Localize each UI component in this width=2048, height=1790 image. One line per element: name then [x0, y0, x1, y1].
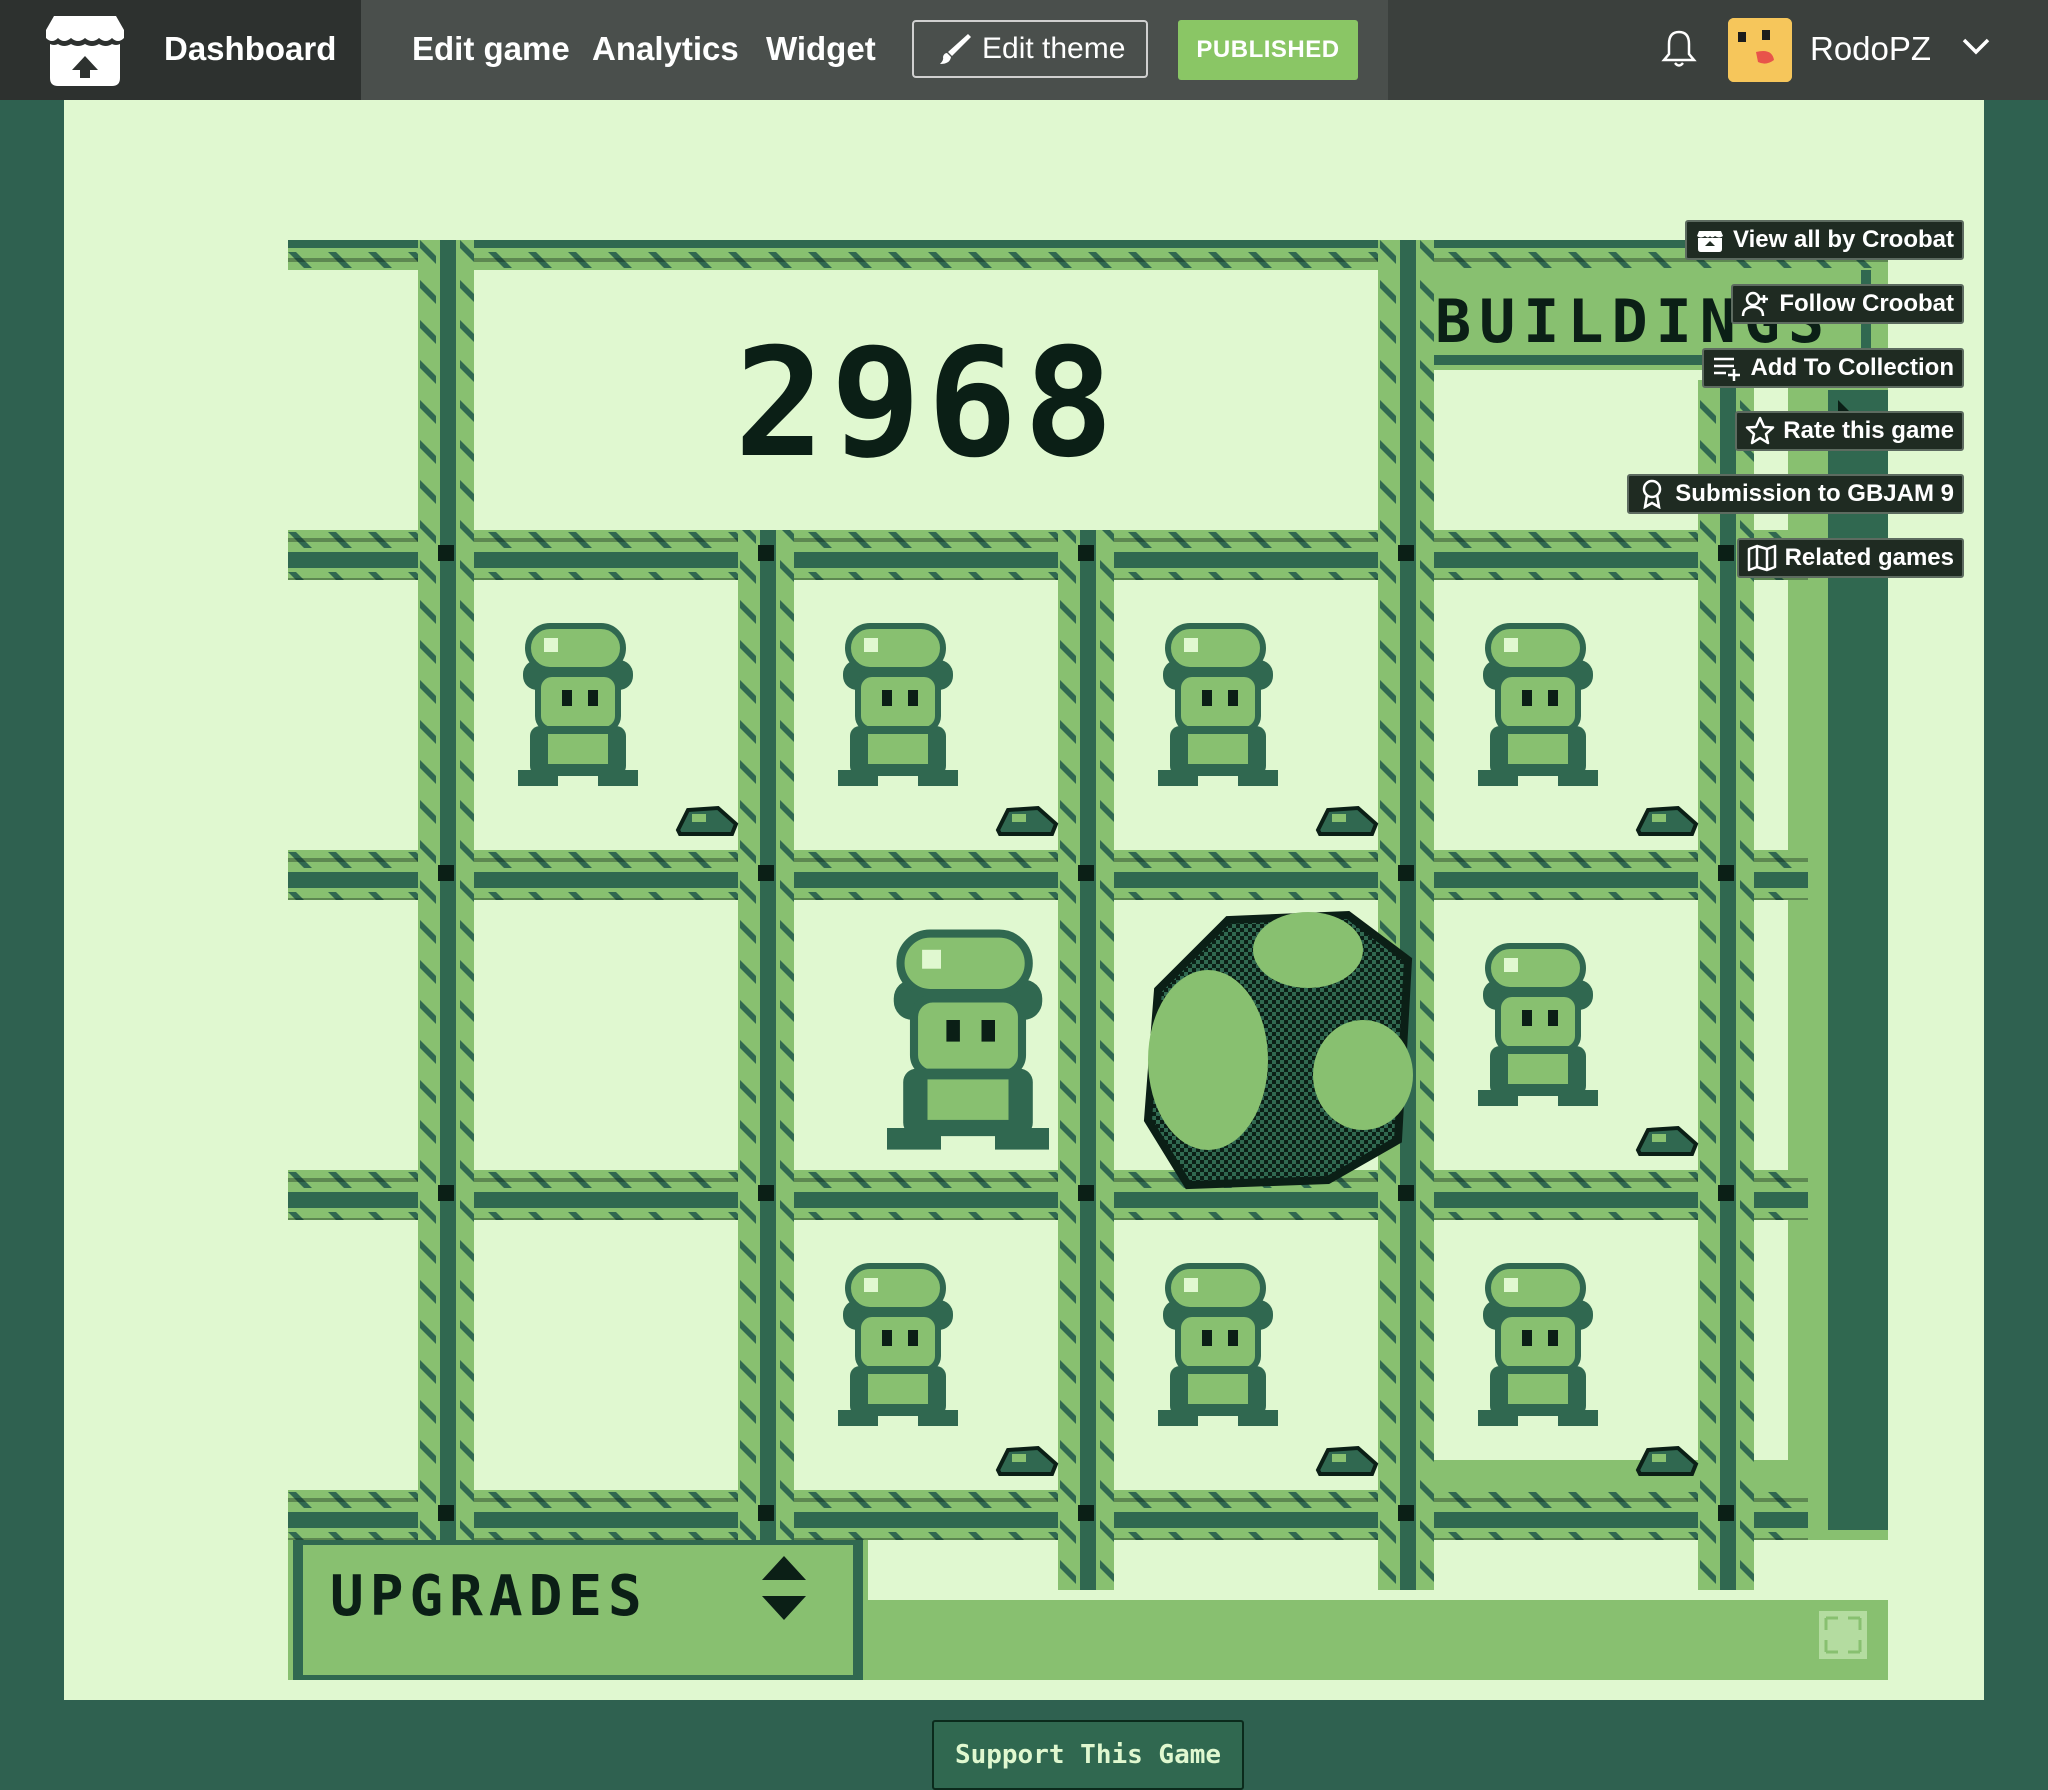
nav-widget[interactable]: Widget [766, 30, 876, 68]
rate-label: Rate this game [1783, 417, 1954, 444]
notification-bell-icon[interactable] [1660, 28, 1698, 68]
edit-theme-button[interactable]: Edit theme [912, 20, 1148, 78]
avatar-face-icon [1728, 18, 1792, 82]
add-list-icon [1714, 357, 1741, 381]
star-icon [1746, 416, 1775, 445]
main-miner-character [887, 934, 1049, 1150]
view-all-label: View all by Croobat [1733, 226, 1954, 253]
support-this-game-button[interactable]: Support This Game [932, 1720, 1244, 1790]
jam-submission-button[interactable]: Submission to GBJAM 9 [1627, 474, 1964, 514]
itchio-small-icon [1697, 231, 1724, 252]
related-games-button[interactable]: Related games [1736, 538, 1964, 578]
follow-user-icon [1742, 291, 1769, 317]
nav-dashboard[interactable]: Dashboard [164, 30, 336, 68]
map-icon [1747, 544, 1776, 572]
top-navigation-bar: Dashboard Edit game Analytics Widget Edi… [0, 0, 2048, 100]
game-screen[interactable]: 2968 BUILDINGS UPGRADES [288, 240, 1888, 1680]
itchio-logo-icon[interactable] [44, 14, 126, 88]
follow-author-button[interactable]: Follow Croobat [1731, 284, 1964, 324]
upgrades-label: UPGRADES [330, 1564, 648, 1629]
nav-edit-game[interactable]: Edit game [412, 30, 570, 68]
paintbrush-icon [940, 34, 971, 64]
award-ribbon-icon [1643, 479, 1662, 509]
fullscreen-icon[interactable] [1817, 1609, 1869, 1661]
follow-label: Follow Croobat [1779, 290, 1954, 317]
game-canvas[interactable]: 2968 BUILDINGS UPGRADES [288, 240, 1888, 1680]
dashboard-section: Dashboard [0, 0, 361, 100]
add-collection-label: Add To Collection [1750, 354, 1954, 381]
published-status-button[interactable]: PUBLISHED [1178, 20, 1358, 80]
user-avatar[interactable] [1728, 18, 1792, 82]
rate-game-button[interactable]: Rate this game [1735, 411, 1964, 451]
view-all-by-author-button[interactable]: View all by Croobat [1685, 220, 1964, 260]
edit-theme-label: Edit theme [982, 32, 1126, 65]
submission-label: Submission to GBJAM 9 [1675, 480, 1954, 507]
add-to-collection-button[interactable]: Add To Collection [1702, 348, 1964, 388]
game-page: 2968 BUILDINGS UPGRADES View all by Croo… [64, 100, 1984, 1790]
username-label[interactable]: RodoPZ [1810, 30, 1931, 68]
chevron-down-icon[interactable] [1960, 32, 1992, 60]
score-counter: 2968 [734, 317, 1119, 491]
nav-analytics[interactable]: Analytics [592, 30, 739, 68]
related-label: Related games [1784, 544, 1954, 571]
